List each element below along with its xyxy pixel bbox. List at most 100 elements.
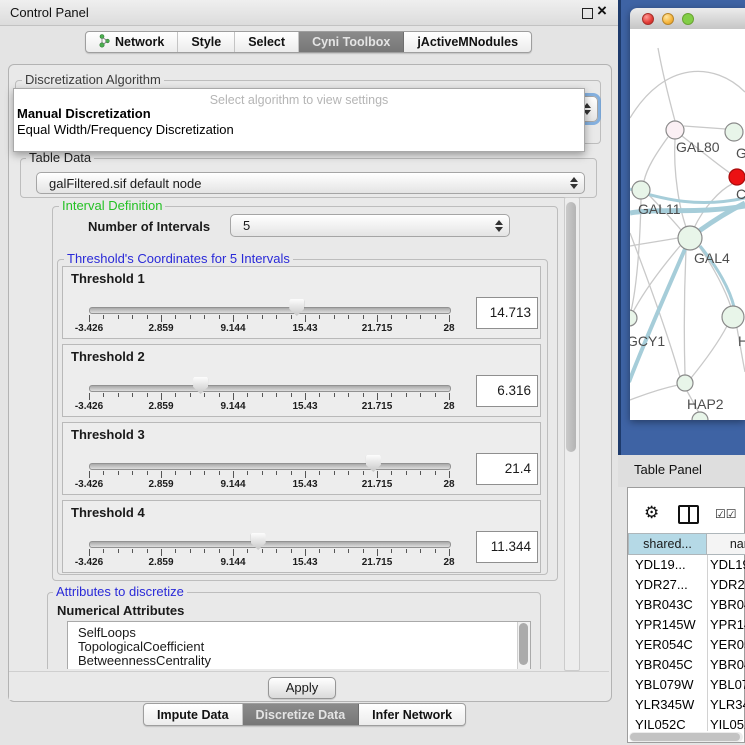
split-columns-icon[interactable]: [678, 505, 699, 524]
number-of-intervals-combo[interactable]: 5: [230, 214, 510, 237]
zoom-traffic-light[interactable]: [682, 13, 694, 25]
tick-mark: [406, 471, 407, 475]
column-header-shared[interactable]: shared...: [628, 533, 707, 555]
threshold-slider-track[interactable]: [89, 307, 451, 314]
tick-mark: [348, 549, 349, 553]
tick-mark: [204, 471, 205, 475]
threshold-panel-4: Threshold 4-3.4262.8599.14415.4321.71528…: [62, 500, 541, 573]
table-row[interactable]: YDL19...YDL19...: [628, 555, 745, 575]
tick-label-row: -3.4262.8599.14415.4321.71528: [63, 479, 540, 491]
tick-mark: [161, 393, 162, 400]
node-H-node[interactable]: [722, 306, 744, 328]
float-window-icon[interactable]: [582, 8, 593, 19]
node-GAL11[interactable]: [632, 181, 650, 199]
attribute-item[interactable]: BetweennessCentrality: [68, 654, 530, 668]
cell-shared-name: YLR345W: [635, 695, 705, 715]
threshold-value-field[interactable]: 14.713: [476, 297, 538, 329]
column-header-name[interactable]: name: [706, 533, 745, 555]
tick-mark: [103, 315, 104, 319]
attribute-item[interactable]: SelfLoops: [68, 626, 530, 640]
table-row[interactable]: YIL052CYIL052C: [628, 715, 745, 731]
attribute-item[interactable]: TopologicalCoefficient: [68, 640, 530, 654]
control-panel-titlebar: Control Panel ×: [0, 0, 618, 26]
tick-mark: [161, 315, 162, 322]
node-edge-node-top[interactable]: [725, 123, 743, 141]
table-hscrollbar[interactable]: [629, 732, 743, 742]
threshold-slider-track[interactable]: [89, 463, 451, 470]
tick-mark: [449, 315, 450, 322]
tab-cyni-toolbox[interactable]: Cyni Toolbox: [299, 32, 404, 52]
tick-row: [63, 393, 540, 401]
node-label-GCY1: GCY1: [630, 333, 665, 349]
numerical-attributes-label: Numerical Attributes: [57, 603, 184, 618]
tick-mark: [319, 393, 320, 397]
table-row[interactable]: YBL079WYBL079W: [628, 675, 745, 695]
node-GCY1[interactable]: [630, 310, 637, 326]
cell-name: YDL19...: [710, 555, 745, 575]
tab-infer-network[interactable]: Infer Network: [359, 704, 465, 725]
tick-mark: [132, 549, 133, 553]
tab-jactivemnodules[interactable]: jActiveMNodules: [404, 32, 531, 52]
cell-shared-name: YBR043C: [635, 595, 705, 615]
table-row[interactable]: YER054CYER054C: [628, 635, 745, 655]
apply-row: Apply: [9, 671, 609, 700]
tab-network[interactable]: Network: [86, 32, 178, 52]
attributes-list-scrollbar[interactable]: [517, 622, 530, 669]
tick-mark: [175, 549, 176, 553]
apply-button[interactable]: Apply: [268, 677, 336, 699]
popup-item-equal-width-frequency-discretization[interactable]: Equal Width/Frequency Discretization: [16, 122, 577, 137]
tick-mark: [348, 471, 349, 475]
tick-mark: [391, 315, 392, 319]
tab-label: Impute Data: [157, 708, 229, 722]
tick-mark: [247, 549, 248, 553]
threshold-panel-2: Threshold 2-3.4262.8599.14415.4321.71528…: [62, 344, 541, 417]
table-row[interactable]: YLR345WYLR345W: [628, 695, 745, 715]
node-HAP2[interactable]: [677, 375, 693, 391]
tick-mark: [204, 549, 205, 553]
network-canvas[interactable]: GAL80GACGAL11GAL4GCY1HHAP2: [630, 29, 745, 420]
settings-scrollbar[interactable]: [564, 197, 580, 671]
tick-mark: [406, 393, 407, 397]
gear-icon[interactable]: ⚙: [644, 504, 659, 521]
tick-mark: [435, 315, 436, 319]
attributes-list[interactable]: SelfLoopsTopologicalCoefficientBetweenne…: [67, 621, 531, 669]
tab-impute-data[interactable]: Impute Data: [144, 704, 243, 725]
table-row[interactable]: YDR27...YDR27...: [628, 575, 745, 595]
tick-mark: [247, 471, 248, 475]
popup-item-manual-discretization[interactable]: Manual Discretization: [16, 106, 577, 121]
threshold-value-field[interactable]: 21.4: [476, 453, 538, 485]
threshold-value-field[interactable]: 11.344: [476, 531, 538, 563]
close-traffic-light[interactable]: [642, 13, 654, 25]
attributes-scrollbar-thumb[interactable]: [519, 623, 528, 665]
tick-mark: [132, 471, 133, 475]
tab-style[interactable]: Style: [178, 32, 235, 52]
close-icon[interactable]: ×: [597, 1, 607, 21]
node-red-node[interactable]: [729, 169, 745, 185]
tab-discretize-data[interactable]: Discretize Data: [243, 704, 360, 725]
select-columns-icons[interactable]: ☑☑: [715, 507, 737, 521]
table-row[interactable]: YBR043CYBR043C: [628, 595, 745, 615]
tick-label: -3.426: [75, 323, 103, 334]
tick-mark: [89, 471, 90, 478]
tick-mark: [319, 315, 320, 319]
minimize-traffic-light[interactable]: [662, 13, 674, 25]
threshold-slider-track[interactable]: [89, 385, 451, 392]
tab-select[interactable]: Select: [235, 32, 299, 52]
threshold-value-field[interactable]: 6.316: [476, 375, 538, 407]
cell-name: YPR145W: [710, 615, 745, 635]
table-row[interactable]: YBR045CYBR045C: [628, 655, 745, 675]
attributes-group-title: Attributes to discretize: [53, 585, 187, 598]
node-bottom-node[interactable]: [692, 412, 708, 420]
table-data-combo[interactable]: galFiltered.sif default node: [36, 172, 585, 194]
tick-mark: [348, 315, 349, 319]
settings-scrollbar-thumb[interactable]: [566, 202, 576, 452]
node-GAL80[interactable]: [666, 121, 684, 139]
threshold-slider-track[interactable]: [89, 541, 451, 548]
spinner-arrows-icon: [564, 177, 584, 189]
cell-name: YDR27...: [710, 575, 745, 595]
table-row[interactable]: YPR145WYPR145W: [628, 615, 745, 635]
table-hscrollbar-thumb[interactable]: [630, 733, 740, 741]
tick-mark: [291, 549, 292, 553]
tick-mark: [118, 393, 119, 397]
node-GAL4[interactable]: [678, 226, 702, 250]
